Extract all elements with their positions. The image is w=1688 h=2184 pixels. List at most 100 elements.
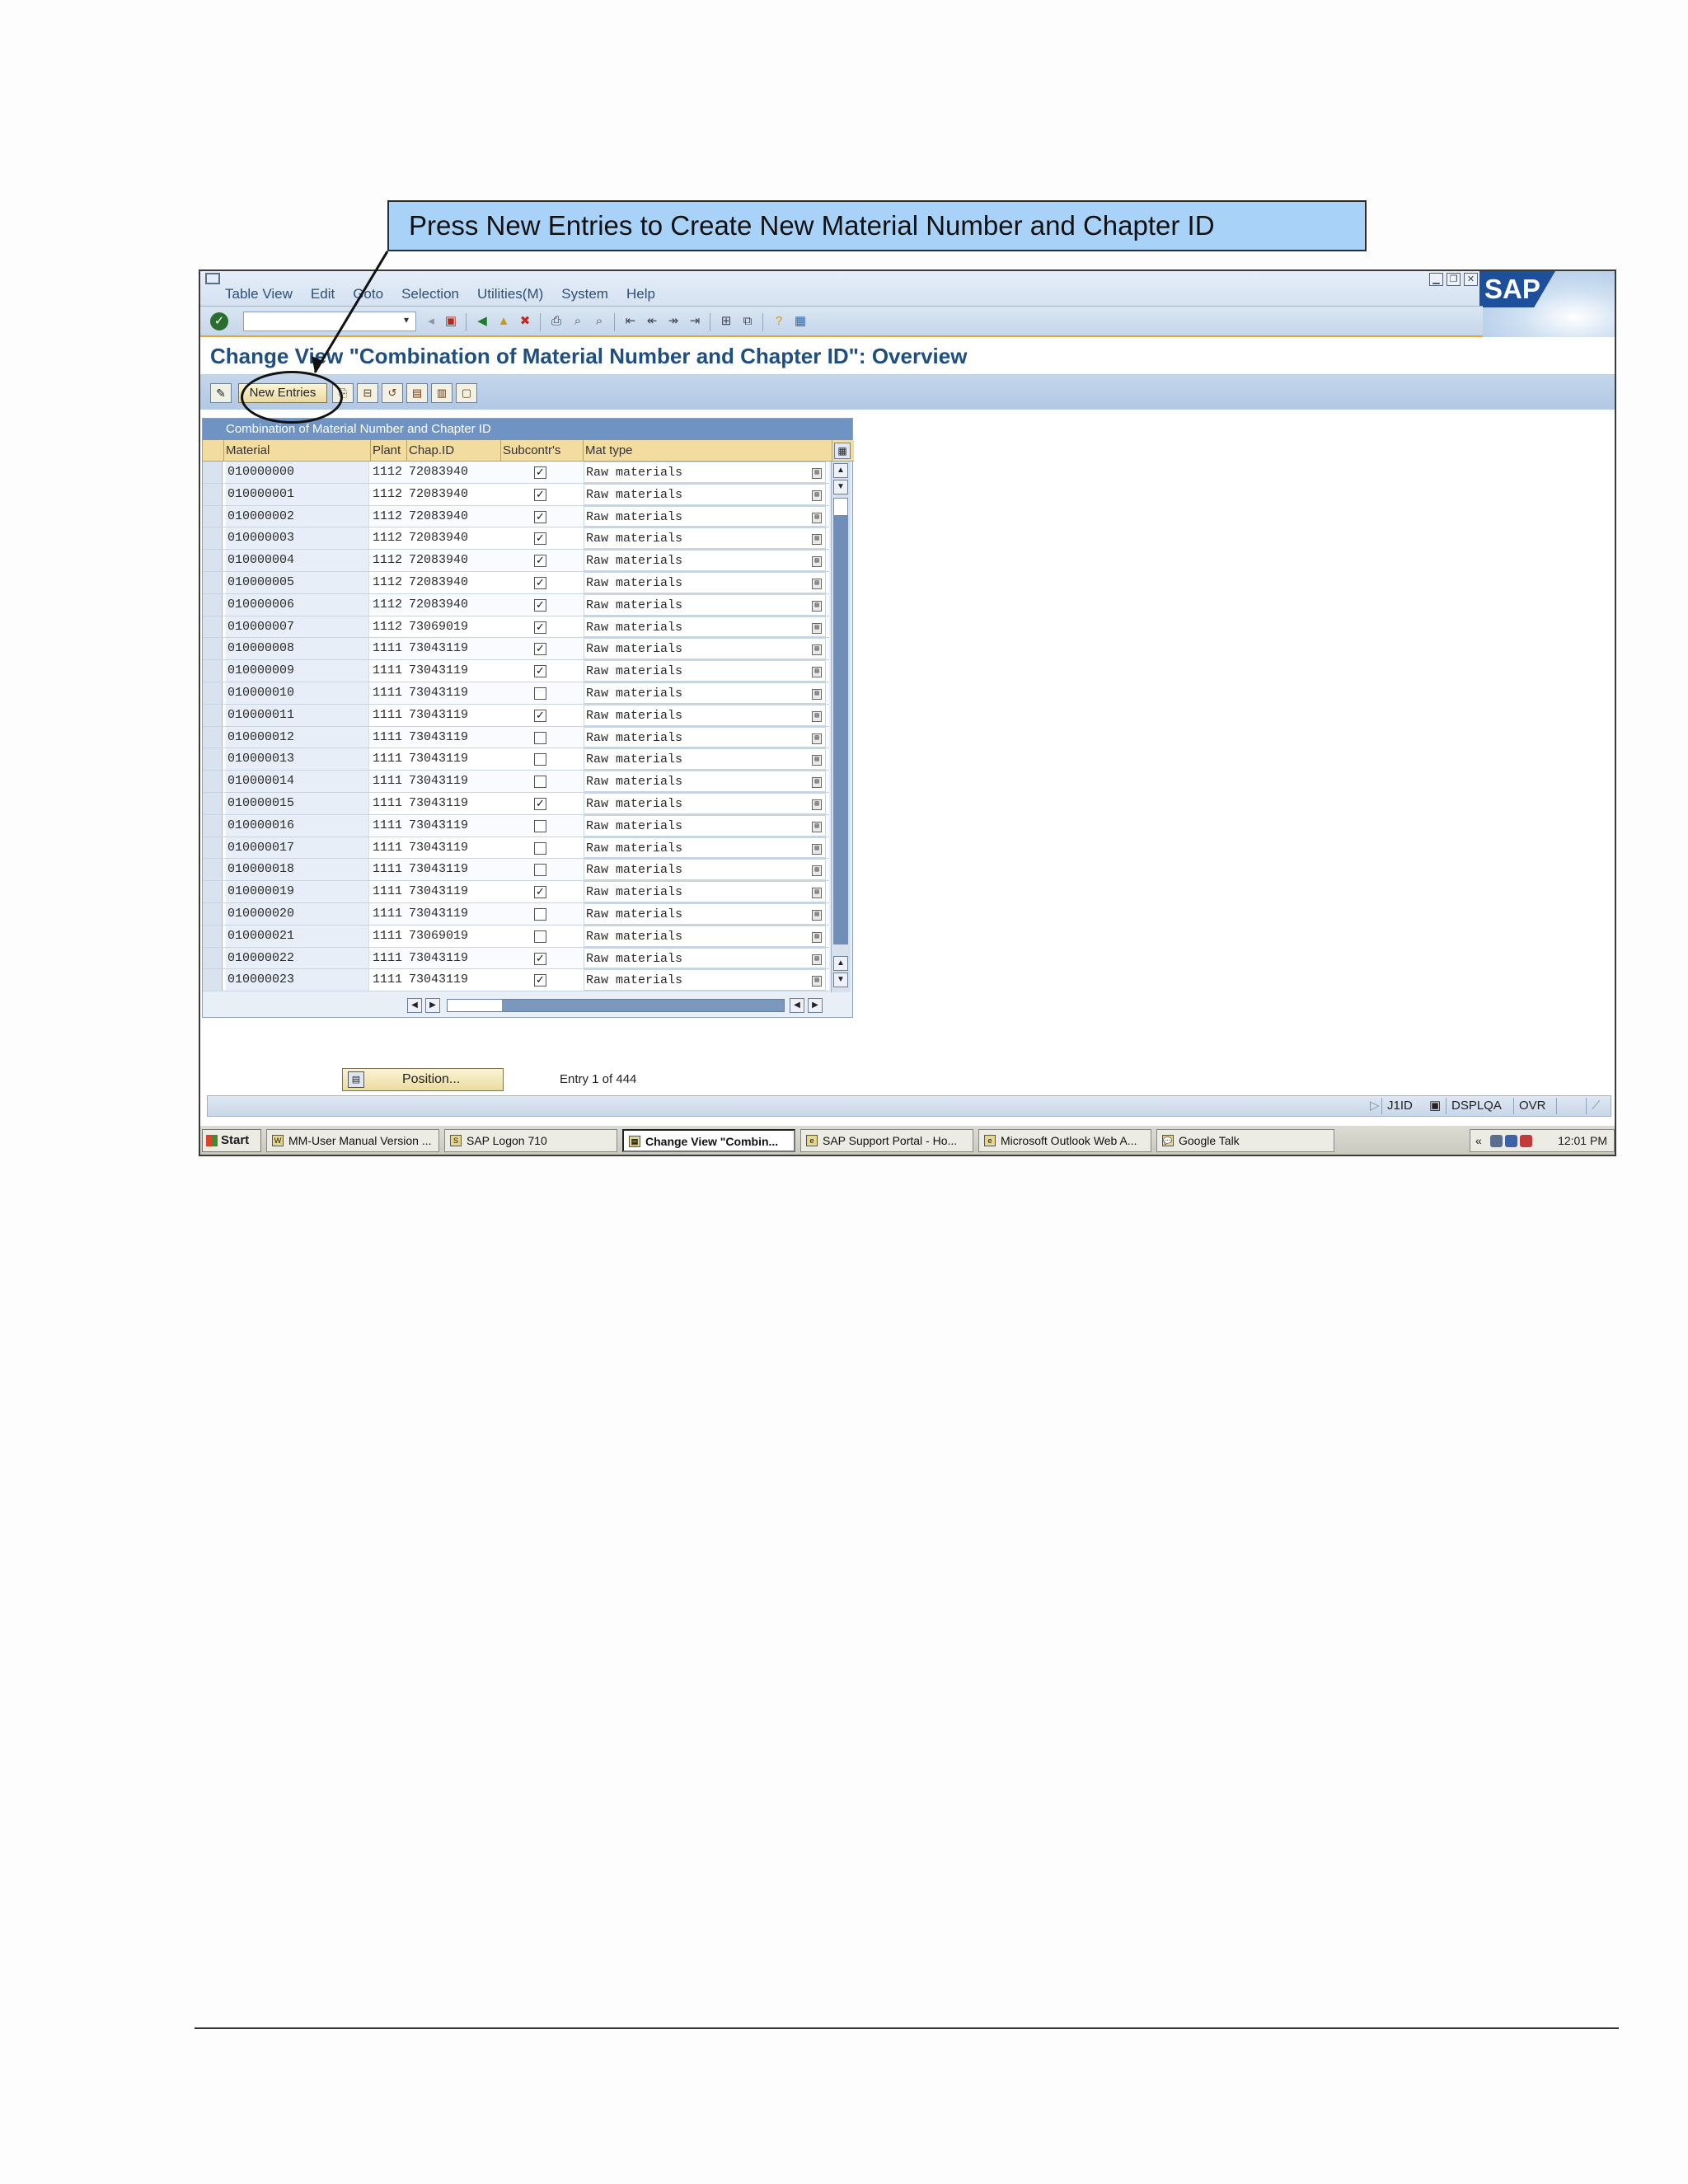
column-header-subcontr[interactable]: Subcontr's [501,440,584,462]
table-row[interactable]: 010000021 1111 73069019 Raw materials ▤ [203,925,829,948]
h-scroll-track[interactable] [447,999,785,1012]
command-history-icon[interactable]: ▾ [400,314,413,329]
row-selector[interactable] [203,505,223,527]
plant-cell[interactable]: 1111 [371,859,406,880]
scroll-down-icon[interactable]: ▼ [833,972,848,987]
scroll-track[interactable] [833,516,848,944]
subcontr-checkbox[interactable]: ✓ [534,952,546,965]
chap-id-cell[interactable]: 73043119 [407,682,501,704]
mat-type-cell[interactable]: Raw materials ▤ [584,792,826,814]
plant-cell[interactable]: 1111 [371,682,406,704]
table-row[interactable]: 010000003 1112 72083940 ✓ Raw materials ▤ [203,527,829,551]
previous-page-icon[interactable]: ↞ [642,312,662,331]
mat-type-cell[interactable]: Raw materials ▤ [584,462,826,483]
value-help-icon[interactable]: ▤ [812,490,822,501]
material-cell[interactable]: 010000012 [226,726,369,748]
mat-type-cell[interactable]: Raw materials ▤ [584,593,826,616]
exit-icon[interactable]: ▲ [494,312,513,331]
mat-type-cell[interactable]: Raw materials ▤ [584,638,826,660]
row-selector[interactable] [203,483,223,505]
plant-cell[interactable]: 1112 [371,506,406,527]
position-button[interactable]: ▤ Position... [342,1068,504,1091]
mat-type-cell[interactable]: Raw materials ▤ [584,616,826,638]
display-change-icon[interactable]: ✎ [210,383,232,403]
find-icon[interactable]: ⌕ [568,312,588,331]
value-help-icon[interactable]: ▤ [812,865,822,877]
column-header-plant[interactable]: Plant [371,440,407,462]
table-row[interactable]: 010000023 1111 73043119 ✓ Raw materials ▤ [203,969,829,992]
find-next-icon[interactable]: ⌕ [589,312,609,331]
chap-id-cell[interactable]: 73043119 [407,748,501,770]
menu-edit[interactable]: Edit [311,286,335,302]
resize-grip-icon[interactable]: ⟋ [1586,1098,1606,1114]
plant-cell[interactable]: 1111 [371,969,406,991]
layout-icon[interactable]: ▦ [790,312,810,331]
value-help-icon[interactable]: ▤ [812,843,822,855]
subcontr-checkbox[interactable]: ✓ [534,576,546,589]
scroll-down-page-icon[interactable]: ▼ [833,480,848,494]
subcontr-checkbox[interactable] [534,907,546,921]
subcontr-checkbox[interactable]: ✓ [534,886,546,899]
value-help-icon[interactable]: ▤ [812,468,822,479]
row-selector[interactable] [203,527,223,550]
table-row[interactable]: 010000022 1111 73043119 ✓ Raw materials ▤ [203,947,829,970]
table-row[interactable]: 010000006 1112 72083940 ✓ Raw materials ▤ [203,593,829,616]
command-field[interactable] [243,312,416,331]
subcontr-checkbox[interactable]: ✓ [534,709,546,722]
mat-type-cell[interactable]: Raw materials ▤ [584,859,826,881]
subcontr-checkbox[interactable] [534,864,546,877]
help-icon[interactable]: ? [769,312,789,331]
plant-cell[interactable]: 1111 [371,881,406,902]
material-cell[interactable]: 010000000 [226,462,369,483]
value-help-icon[interactable]: ▤ [812,777,822,789]
row-selector[interactable] [203,969,223,991]
security-icon[interactable] [1520,1135,1532,1147]
shortcut-icon[interactable]: ⧉ [738,312,757,331]
value-help-icon[interactable]: ▤ [812,710,822,722]
plant-cell[interactable]: 1111 [371,727,406,748]
mat-type-cell[interactable]: Raw materials ▤ [584,748,826,771]
row-selector[interactable] [203,616,223,638]
subcontr-checkbox[interactable]: ✓ [534,598,546,612]
material-cell[interactable]: 010000015 [226,792,369,814]
chap-id-cell[interactable]: 72083940 [407,572,501,593]
value-help-icon[interactable]: ▤ [812,888,822,899]
mat-type-cell[interactable]: Raw materials ▤ [584,660,826,682]
menu-utilities[interactable]: Utilities(M) [477,286,543,302]
volume-icon[interactable] [1505,1135,1517,1147]
plant-cell[interactable]: 1111 [371,837,406,859]
row-selector[interactable] [203,571,223,593]
row-selector[interactable] [203,726,223,748]
row-selector[interactable] [203,925,223,947]
mat-type-cell[interactable]: Raw materials ▤ [584,771,826,792]
back-icon[interactable]: ◀ [472,312,492,331]
row-selector[interactable] [203,748,223,771]
task-change-view[interactable]: ▤ Change View "Combin... [622,1129,795,1152]
chap-id-cell[interactable]: 73043119 [407,881,501,902]
table-settings-icon[interactable]: ▦ [834,443,851,459]
column-header-mat-type[interactable]: Mat type [584,440,832,462]
subcontr-checkbox[interactable] [534,731,546,744]
chap-id-cell[interactable]: 72083940 [407,484,501,505]
subcontr-checkbox[interactable]: ✓ [534,797,546,810]
select-all-icon[interactable]: ▤ [406,383,428,403]
plant-cell[interactable]: 1111 [371,705,406,726]
task-sap-support-portal[interactable]: e SAP Support Portal - Ho... [800,1129,973,1152]
value-help-icon[interactable]: ▤ [812,931,822,943]
subcontr-checkbox[interactable]: ✓ [534,974,546,987]
table-row[interactable]: 010000004 1112 72083940 ✓ Raw materials ▤ [203,550,829,572]
network-icon[interactable] [1490,1135,1503,1147]
row-selector[interactable] [203,947,223,969]
table-row[interactable]: 010000000 1112 72083940 ✓ Raw materials ▤ [203,462,829,484]
value-help-icon[interactable]: ▤ [812,909,822,921]
mat-type-cell[interactable]: Raw materials ▤ [584,550,826,571]
h-scroll-thumb[interactable] [448,1000,502,1011]
scroll-up-page-icon[interactable]: ▲ [833,956,848,971]
mat-type-cell[interactable]: Raw materials ▤ [584,902,826,925]
plant-cell[interactable]: 1111 [371,948,406,969]
row-selector[interactable] [203,902,223,925]
plant-cell[interactable]: 1112 [371,616,406,638]
table-row[interactable]: 010000012 1111 73043119 Raw materials ▤ [203,726,829,749]
subcontr-checkbox[interactable]: ✓ [534,643,546,656]
mat-type-cell[interactable]: Raw materials ▤ [584,527,826,550]
